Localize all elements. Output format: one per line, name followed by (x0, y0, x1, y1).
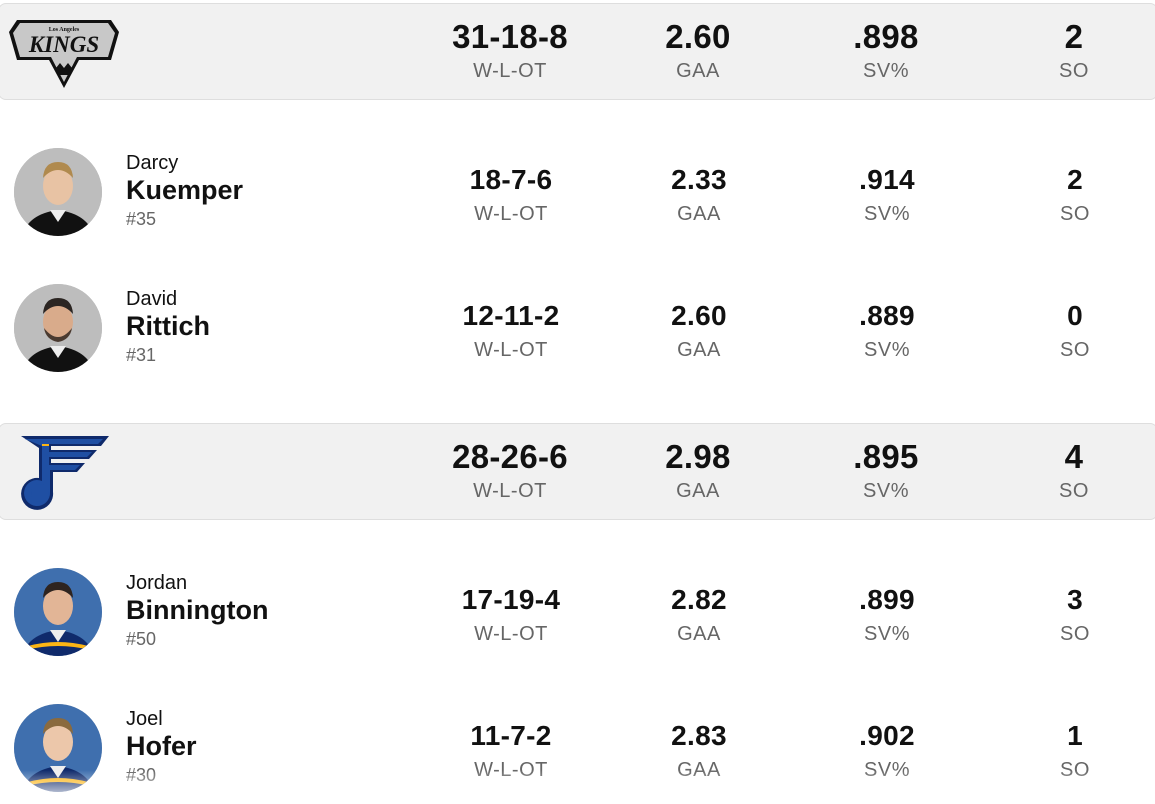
player-gaa-value: 2.83 (671, 720, 727, 751)
team-record-label: W-L-OT (473, 60, 547, 82)
player-last-name[interactable]: Rittich (126, 311, 210, 342)
team-record: 28-26-6 W-L-OT (420, 439, 600, 503)
player-so: 3 SO (985, 584, 1155, 646)
player-last-name[interactable]: Kuemper (126, 175, 243, 206)
player-headshot-avatar[interactable] (14, 568, 102, 656)
player-gaa: 2.33 GAA (609, 164, 789, 226)
la-kings-logo-icon: Los Angeles KINGS (9, 20, 119, 88)
team-record-value: 31-18-8 (452, 18, 568, 55)
player-first-name: Darcy (126, 152, 179, 174)
player-sv: .899 SV% (797, 584, 977, 646)
team-gaa-value: 2.60 (665, 18, 731, 55)
player-name: Darcy Kuemper #35 (126, 151, 243, 230)
team-so-label: SO (1059, 480, 1089, 502)
team-summary-kings[interactable]: Los Angeles KINGS 31-18-8 W-L-OT 2.60 GAA … (0, 3, 1155, 100)
player-name: David Rittich #31 (126, 287, 210, 366)
team-sv: .898 SV% (796, 19, 976, 83)
logo-main-text: KINGS (28, 32, 99, 57)
team-record-value: 28-26-6 (452, 438, 568, 475)
player-gaa-label: GAA (677, 203, 721, 225)
player-sv-value: .914 (859, 164, 915, 195)
player-so-label: SO (1060, 203, 1090, 225)
bottom-fade (0, 770, 1155, 800)
player-sv-label: SV% (864, 339, 910, 361)
player-gaa-value: 2.60 (671, 300, 727, 331)
player-row-binnington[interactable]: Jordan Binnington #50 17-19-4 W-L-OT 2.82… (0, 568, 1155, 668)
team-gaa: 2.98 GAA (608, 439, 788, 503)
player-gaa-value: 2.33 (671, 164, 727, 195)
player-record-value: 12-11-2 (462, 300, 560, 331)
team-record-label: W-L-OT (473, 480, 547, 502)
player-gaa: 2.82 GAA (609, 584, 789, 646)
player-sv-value: .902 (859, 720, 915, 751)
player-sv-label: SV% (864, 203, 910, 225)
player-sv-label: SV% (864, 623, 910, 645)
player-number: #50 (126, 629, 157, 649)
team-sv-label: SV% (863, 60, 909, 82)
player-so-label: SO (1060, 339, 1090, 361)
player-so-value: 3 (1067, 584, 1083, 615)
player-first-name: David (126, 288, 178, 310)
player-record-label: W-L-OT (474, 339, 548, 361)
blues-note-logo-icon (21, 436, 109, 510)
player-number: #31 (126, 345, 157, 365)
team-sv-value: .895 (853, 438, 919, 475)
player-record-label: W-L-OT (474, 623, 548, 645)
player-row-kuemper[interactable]: Darcy Kuemper #35 18-7-6 W-L-OT 2.33 GAA .… (0, 148, 1155, 248)
player-row-rittich[interactable]: David Rittich #31 12-11-2 W-L-OT 2.60 GAA … (0, 284, 1155, 384)
team-summary-blues[interactable]: 28-26-6 W-L-OT 2.98 GAA .895 SV% 4 SO (0, 423, 1155, 520)
player-sv: .889 SV% (797, 300, 977, 362)
player-so-value: 0 (1067, 300, 1083, 331)
player-sv-value: .899 (859, 584, 915, 615)
player-record: 17-19-4 W-L-OT (421, 584, 601, 646)
team-gaa: 2.60 GAA (608, 19, 788, 83)
player-so-value: 1 (1067, 720, 1083, 751)
player-record: 12-11-2 W-L-OT (421, 300, 601, 362)
team-so-value: 4 (1064, 438, 1084, 475)
team-record: 31-18-8 W-L-OT (420, 19, 600, 83)
team-gaa-label: GAA (676, 480, 720, 502)
player-record: 18-7-6 W-L-OT (421, 164, 601, 226)
player-so: 0 SO (985, 300, 1155, 362)
player-sv: .914 SV% (797, 164, 977, 226)
player-last-name[interactable]: Binnington (126, 595, 268, 626)
player-gaa-value: 2.82 (671, 584, 727, 615)
player-so-label: SO (1060, 623, 1090, 645)
team-gaa-label: GAA (676, 60, 720, 82)
player-last-name[interactable]: Hofer (126, 731, 197, 762)
player-gaa: 2.60 GAA (609, 300, 789, 362)
team-sv-value: .898 (853, 18, 919, 55)
team-so-value: 2 (1064, 18, 1084, 55)
player-first-name: Joel (126, 708, 163, 730)
player-record-value: 17-19-4 (461, 584, 561, 615)
team-so: 2 SO (984, 19, 1155, 83)
player-so-value: 2 (1067, 164, 1083, 195)
team-so-label: SO (1059, 60, 1089, 82)
player-record-label: W-L-OT (474, 203, 548, 225)
player-record-value: 11-7-2 (470, 720, 552, 751)
team-sv: .895 SV% (796, 439, 976, 503)
team-sv-label: SV% (863, 480, 909, 502)
player-first-name: Jordan (126, 572, 188, 594)
player-sv-value: .889 (859, 300, 915, 331)
player-gaa-label: GAA (677, 623, 721, 645)
team-so: 4 SO (984, 439, 1155, 503)
player-gaa-label: GAA (677, 339, 721, 361)
player-number: #35 (126, 209, 157, 229)
team-gaa-value: 2.98 (665, 438, 731, 475)
player-record-value: 18-7-6 (469, 164, 553, 195)
player-headshot-avatar[interactable] (14, 284, 102, 372)
player-name: Jordan Binnington #50 (126, 571, 268, 650)
player-so: 2 SO (985, 164, 1155, 226)
player-headshot-avatar[interactable] (14, 148, 102, 236)
